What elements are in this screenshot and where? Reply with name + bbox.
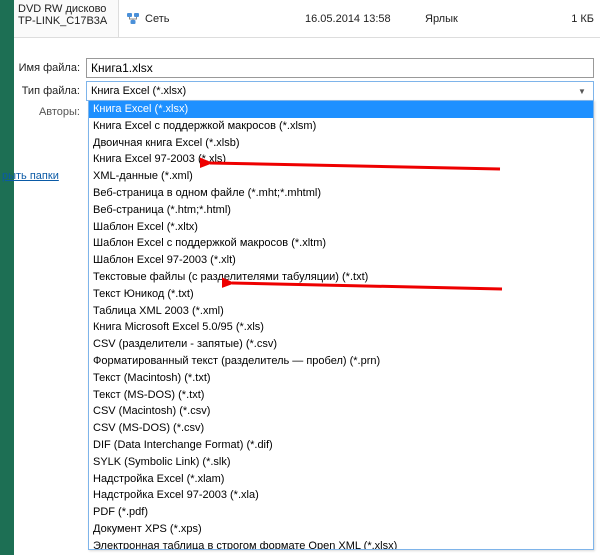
filetype-option[interactable]: Шаблон Excel 97-2003 (*.xlt) [89, 252, 593, 269]
file-list-row: Сеть 16.05.2014 13:58 Ярлык 1 КБ [119, 0, 600, 38]
filetype-option[interactable]: CSV (разделители - запятые) (*.csv) [89, 336, 593, 353]
filetype-select[interactable]: Книга Excel (*.xlsx) ▼ [86, 81, 594, 101]
filename-label: Имя файла: [14, 62, 86, 74]
nav-item-dvd[interactable]: DVD RW дисково [18, 3, 114, 15]
filetype-option[interactable]: Текстовые файлы (с разделителями табуляц… [89, 269, 593, 286]
filetype-option[interactable]: Книга Excel (*.xlsx) [89, 101, 593, 118]
file-size: 1 КБ [529, 0, 600, 37]
filetype-option[interactable]: Шаблон Excel с поддержкой макросов (*.xl… [89, 235, 593, 252]
filetype-option[interactable]: CSV (MS-DOS) (*.csv) [89, 420, 593, 437]
file-kind: Ярлык [419, 0, 529, 37]
filetype-option[interactable]: Форматированный текст (разделитель — про… [89, 353, 593, 370]
filetype-option[interactable]: Двоичная книга Excel (*.xlsb) [89, 135, 593, 152]
nav-item-tplink[interactable]: TP-LINK_C17B3A [18, 15, 114, 27]
filetype-option[interactable]: Электронная таблица в строгом формате Op… [89, 538, 593, 550]
filetype-label: Тип файла: [14, 85, 86, 97]
authors-label: Авторы: [14, 106, 86, 118]
filetype-option[interactable]: Книга Excel с поддержкой макросов (*.xls… [89, 118, 593, 135]
filetype-option[interactable]: Надстройка Excel 97-2003 (*.xla) [89, 487, 593, 504]
filetype-selected: Книга Excel (*.xlsx) [91, 85, 186, 97]
filetype-option[interactable]: XML-данные (*.xml) [89, 168, 593, 185]
app-ribbon-stripe [0, 0, 14, 555]
filetype-option[interactable]: Текст (MS-DOS) (*.txt) [89, 387, 593, 404]
filetype-option[interactable]: Таблица XML 2003 (*.xml) [89, 303, 593, 320]
file-name[interactable]: Сеть [145, 13, 169, 25]
filetype-option[interactable]: Документ XPS (*.xps) [89, 521, 593, 538]
filetype-option[interactable]: Веб-страница (*.htm;*.html) [89, 202, 593, 219]
filetype-option[interactable]: PDF (*.pdf) [89, 504, 593, 521]
filetype-option[interactable]: Книга Microsoft Excel 5.0/95 (*.xls) [89, 319, 593, 336]
filetype-dropdown[interactable]: Книга Excel (*.xlsx)Книга Excel с поддер… [88, 100, 594, 550]
filetype-option[interactable]: CSV (Macintosh) (*.csv) [89, 403, 593, 420]
file-date: 16.05.2014 13:58 [299, 0, 419, 37]
filetype-option[interactable]: Книга Excel 97-2003 (*.xls) [89, 151, 593, 168]
filename-input[interactable] [86, 58, 594, 78]
network-icon [125, 11, 141, 27]
filetype-option[interactable]: Веб-страница в одном файле (*.mht;*.mhtm… [89, 185, 593, 202]
filetype-option[interactable]: DIF (Data Interchange Format) (*.dif) [89, 437, 593, 454]
filetype-option[interactable]: Надстройка Excel (*.xlam) [89, 471, 593, 488]
hide-folders-link[interactable]: рыть папки [0, 170, 59, 182]
nav-tree: DVD RW дисково TP-LINK_C17B3A [14, 0, 119, 38]
filetype-option[interactable]: Текст (Macintosh) (*.txt) [89, 370, 593, 387]
filetype-option[interactable]: Текст Юникод (*.txt) [89, 286, 593, 303]
chevron-down-icon: ▼ [575, 87, 589, 96]
filetype-option[interactable]: Шаблон Excel (*.xltx) [89, 219, 593, 236]
filetype-option[interactable]: SYLK (Symbolic Link) (*.slk) [89, 454, 593, 471]
